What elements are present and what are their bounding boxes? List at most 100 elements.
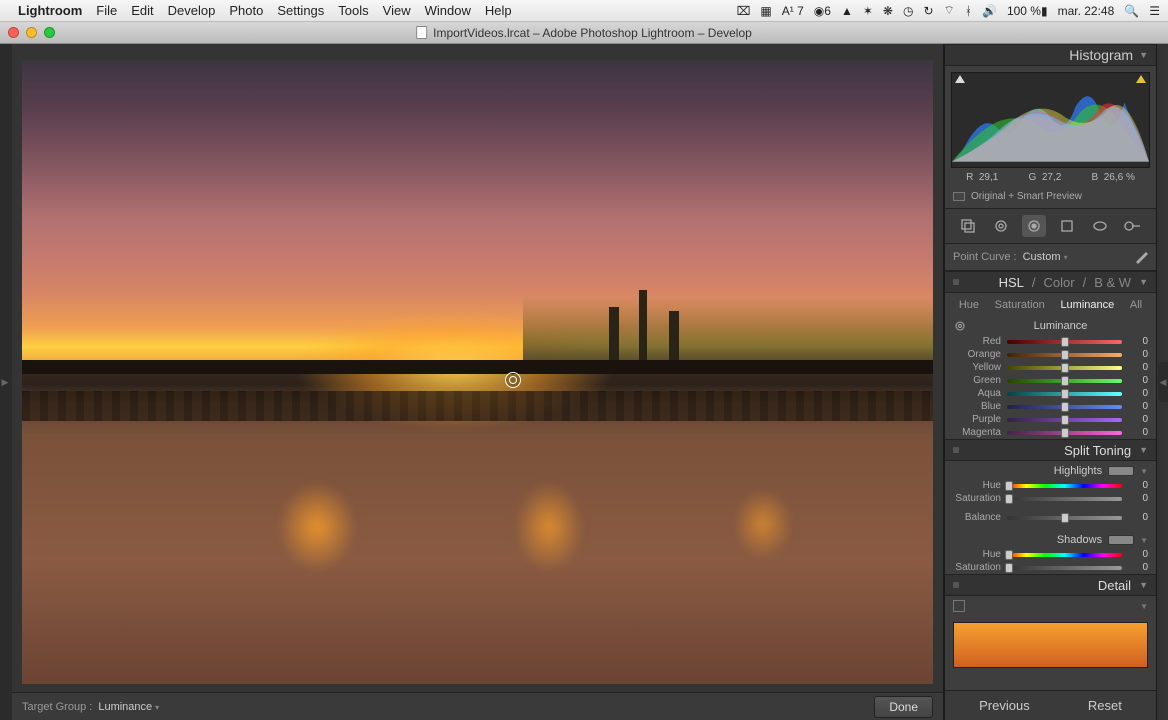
- hsl-mode-color[interactable]: Color: [1044, 275, 1075, 290]
- wifi-icon[interactable]: ⌔: [944, 3, 955, 18]
- target-adjustment-cursor[interactable]: [505, 372, 521, 388]
- left-panel-toggle[interactable]: ▶: [0, 362, 10, 402]
- finder-status-icon[interactable]: ▦: [760, 4, 771, 18]
- hsl-orange-slider[interactable]: [1007, 353, 1122, 357]
- tab-saturation[interactable]: Saturation: [991, 297, 1049, 313]
- chevron-down-icon[interactable]: ▼: [1140, 536, 1148, 545]
- battery-status[interactable]: 100 % ▮: [1007, 4, 1048, 18]
- hi-sat-value[interactable]: 0: [1128, 493, 1148, 504]
- minimize-button[interactable]: [26, 27, 37, 38]
- done-button[interactable]: Done: [874, 696, 933, 718]
- app-menu[interactable]: Lightroom: [18, 3, 82, 18]
- point-curve-value[interactable]: Custom ▾: [1023, 251, 1068, 263]
- target-group-label: Target Group :: [22, 701, 92, 713]
- highlights-swatch[interactable]: [1108, 466, 1134, 476]
- menu-view[interactable]: View: [383, 3, 411, 18]
- hsl-yellow-label: Yellow: [953, 362, 1001, 373]
- crop-tool[interactable]: [956, 215, 980, 237]
- sync-icon[interactable]: ✶: [863, 4, 873, 18]
- right-panel-toggle[interactable]: ◀: [1158, 362, 1168, 402]
- status-badge-2[interactable]: ◉ 6: [814, 4, 831, 18]
- volume-icon[interactable]: 🔊: [982, 4, 997, 18]
- hsl-yellow-value[interactable]: 0: [1128, 362, 1148, 373]
- spotlight-icon[interactable]: 🔍: [1124, 4, 1139, 18]
- edit-point-curve-icon[interactable]: [1134, 250, 1148, 264]
- sh-hue-label: Hue: [953, 549, 1001, 560]
- hsl-red-value[interactable]: 0: [1128, 336, 1148, 347]
- tab-luminance[interactable]: Luminance: [1056, 297, 1118, 313]
- hsl-tabs: Hue Saturation Luminance All: [945, 293, 1156, 315]
- screen-icon[interactable]: ⌧: [737, 4, 751, 18]
- targeted-adjustment-tool-icon[interactable]: [953, 319, 967, 333]
- hsl-yellow-slider[interactable]: [1007, 366, 1122, 370]
- balance-slider[interactable]: [1007, 516, 1122, 520]
- hsl-blue-slider[interactable]: [1007, 405, 1122, 409]
- radial-filter-tool[interactable]: [1088, 215, 1112, 237]
- hsl-aqua-value[interactable]: 0: [1128, 388, 1148, 399]
- hsl-orange-value[interactable]: 0: [1128, 349, 1148, 360]
- previous-button[interactable]: Previous: [979, 698, 1030, 713]
- preview-image[interactable]: [22, 60, 933, 684]
- sh-hue-value[interactable]: 0: [1128, 549, 1148, 560]
- menu-tools[interactable]: Tools: [338, 3, 368, 18]
- shadows-swatch[interactable]: [1108, 535, 1134, 545]
- spot-removal-tool[interactable]: [989, 215, 1013, 237]
- menu-develop[interactable]: Develop: [168, 3, 216, 18]
- bluetooth-icon[interactable]: ᚼ: [965, 4, 972, 18]
- redeye-tool[interactable]: [1022, 215, 1046, 237]
- hi-hue-slider[interactable]: [1007, 484, 1122, 488]
- status-badge-1[interactable]: A¹ 7: [782, 4, 804, 18]
- menu-window[interactable]: Window: [425, 3, 471, 18]
- graduated-filter-tool[interactable]: [1055, 215, 1079, 237]
- target-group-value[interactable]: Luminance▾: [98, 701, 159, 713]
- histogram[interactable]: [951, 72, 1150, 168]
- timemachine-icon[interactable]: ↻: [923, 4, 933, 18]
- adjustment-brush-tool[interactable]: [1121, 215, 1145, 237]
- hsl-mode-hsl[interactable]: HSL: [999, 275, 1024, 290]
- menu-help[interactable]: Help: [485, 3, 512, 18]
- hsl-magenta-slider[interactable]: [1007, 431, 1122, 435]
- split-toning-header[interactable]: Split Toning ▼: [945, 439, 1156, 461]
- detail-preview[interactable]: [953, 622, 1148, 668]
- hi-sat-slider[interactable]: [1007, 497, 1122, 501]
- hsl-blue-label: Blue: [953, 401, 1001, 412]
- hsl-purple-value[interactable]: 0: [1128, 414, 1148, 425]
- detail-header[interactable]: Detail ▼: [945, 574, 1156, 596]
- histogram-header[interactable]: Histogram▼: [945, 44, 1156, 66]
- menu-edit[interactable]: Edit: [131, 3, 153, 18]
- hi-sat-label: Saturation: [953, 493, 1001, 504]
- menu-settings[interactable]: Settings: [277, 3, 324, 18]
- hsl-magenta-value[interactable]: 0: [1128, 427, 1148, 438]
- chevron-down-icon[interactable]: ▼: [1140, 467, 1148, 476]
- hsl-aqua-slider[interactable]: [1007, 392, 1122, 396]
- hsl-purple-slider[interactable]: [1007, 418, 1122, 422]
- hsl-panel-header[interactable]: HSL / Color / B & W ▼: [945, 271, 1156, 293]
- sh-sat-value[interactable]: 0: [1128, 562, 1148, 573]
- chevron-down-icon[interactable]: ▼: [1140, 602, 1148, 611]
- evernote-icon[interactable]: ❋: [883, 4, 893, 18]
- clock-icon[interactable]: ◷: [903, 4, 913, 18]
- sh-hue-slider[interactable]: [1007, 553, 1122, 557]
- hsl-blue-value[interactable]: 0: [1128, 401, 1148, 412]
- hsl-green-slider[interactable]: [1007, 379, 1122, 383]
- hsl-red-label: Red: [953, 336, 1001, 347]
- balance-value[interactable]: 0: [1128, 512, 1148, 523]
- detail-zoom-area-icon[interactable]: [953, 600, 965, 612]
- image-toolbar: Target Group : Luminance▾ Done: [12, 692, 943, 720]
- hsl-green-value[interactable]: 0: [1128, 375, 1148, 386]
- hsl-mode-bw[interactable]: B & W: [1094, 275, 1131, 290]
- zoom-button[interactable]: [44, 27, 55, 38]
- menu-file[interactable]: File: [96, 3, 117, 18]
- clock-text[interactable]: mar. 22:48: [1058, 4, 1115, 18]
- tab-hue[interactable]: Hue: [955, 297, 983, 313]
- tab-all[interactable]: All: [1126, 297, 1146, 313]
- reset-button[interactable]: Reset: [1088, 698, 1122, 713]
- window-title: ImportVideos.lrcat – Adobe Photoshop Lig…: [433, 26, 752, 40]
- close-button[interactable]: [8, 27, 19, 38]
- hi-hue-value[interactable]: 0: [1128, 480, 1148, 491]
- notification-center-icon[interactable]: ☰: [1149, 4, 1160, 18]
- cloud-icon[interactable]: ▲: [841, 4, 853, 18]
- hsl-red-slider[interactable]: [1007, 340, 1122, 344]
- menu-photo[interactable]: Photo: [229, 3, 263, 18]
- sh-sat-slider[interactable]: [1007, 566, 1122, 570]
